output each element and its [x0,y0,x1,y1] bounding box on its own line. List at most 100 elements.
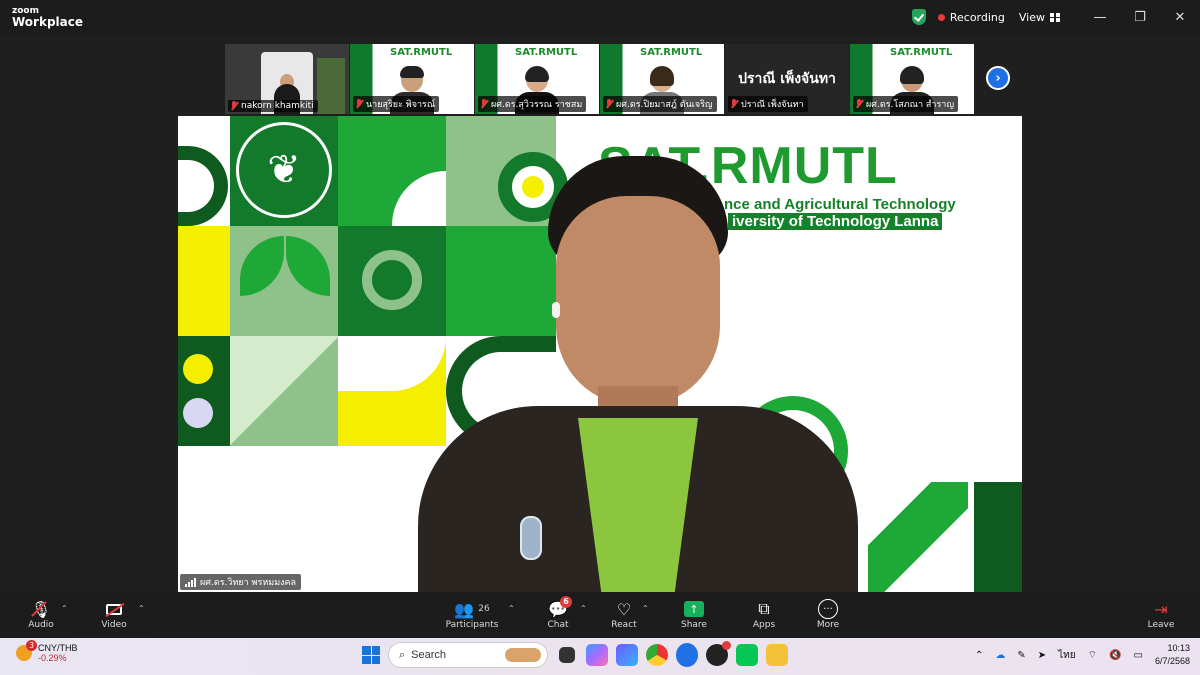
leaf-emblem: ❦ [236,122,332,218]
apps-icon: ⧉ [758,599,770,618]
pattern-block [178,226,230,336]
react-button[interactable]: ♡ React ⌃ [594,598,654,631]
pattern-block [230,336,338,446]
windows-start-icon[interactable] [362,646,380,664]
language-indicator[interactable]: ไทย [1058,648,1075,663]
participant-tile[interactable]: ปราณี เพ็งจันทา ปราณี เพ็งจันทา [725,44,849,114]
pattern-dot [183,354,213,384]
participant-name: นายสุริยะ พิจารณ์ [366,100,436,110]
speaker-name: ผศ.ดร.วิทยา พรหมมงคล [200,578,297,588]
heart-icon: ♡ [616,599,632,619]
signal-bars-icon [185,577,196,587]
send-icon[interactable]: ➤ [1038,650,1046,661]
lapel-pin [520,516,542,560]
audio-options-caret[interactable]: ⌃ [61,604,68,613]
participant-strip: nakorn khamkiti SAT.RMUTL นายสุริยะ พิจา… [225,44,974,114]
leave-label: Leave [1147,620,1175,630]
chat-button[interactable]: 💬 6 Chat ⌃ [528,596,588,630]
line-icon[interactable] [736,644,758,666]
participant-name-tag: nakorn khamkiti [228,100,318,112]
video-button[interactable]: Video ⌃ [84,598,145,630]
volume-muted-icon[interactable]: 🔇 [1109,650,1121,661]
participant-name: nakorn khamkiti [241,101,314,111]
copilot-icon[interactable] [586,644,608,666]
video-label: Video [101,620,127,630]
mic-muted-icon [855,99,863,109]
participant-name: ผศ.ดร.สุวิวรรณ ราชสม [491,100,583,110]
participant-name-tag: ปราณี เพ็งจันทา [728,96,808,112]
participant-name: ผศ.ดร.โสภณา สำราญ [866,100,955,110]
share-button[interactable]: ↑ Share [664,598,724,630]
more-label: More [816,620,840,630]
chevron-up-icon[interactable]: ⌃ [975,650,983,661]
minimize-button[interactable]: — [1080,0,1120,34]
speaker-person [378,156,898,592]
close-button[interactable]: ✕ [1160,0,1200,34]
next-page-button[interactable]: › [986,66,1010,90]
chat-options-caret[interactable]: ⌃ [580,604,587,613]
mic-muted-icon [355,99,363,109]
speaker-face [556,196,720,406]
view-button[interactable]: View [1019,11,1060,24]
battery-icon[interactable]: ▭ [1134,650,1143,661]
participants-button[interactable]: 👥 26 Participants ⌃ [442,598,515,631]
zoom-app-icon[interactable] [676,643,698,667]
participant-name: ปราณี เพ็งจันทา [741,100,804,110]
taskbar-search[interactable]: ⌕ Search [388,642,548,668]
recording-label: Recording [949,10,1005,24]
clock-time: 10:13 [1167,643,1190,653]
os-taskbar: 3 CNY/THB -0.29% ⌕ Search ⌃ ☁ ✎ ➤ ไทย ⌔ … [0,638,1200,675]
more-icon: ··· [818,599,838,619]
chat-label: Chat [547,620,569,630]
app-icon[interactable] [706,641,731,666]
exit-icon: ⇥ [1154,599,1168,619]
leave-button[interactable]: ⇥ Leave [1131,598,1191,631]
app-icon[interactable] [616,644,638,666]
participant-tile[interactable]: SAT.RMUTL นายสุริยะ พิจารณ์ [350,44,474,114]
cloud-icon[interactable]: ☁ [995,650,1005,661]
participants-count: 26 [478,604,490,614]
record-dot-icon [937,13,945,21]
video-options-caret[interactable]: ⌃ [138,604,145,613]
participant-name-tag: ผศ.ดร.ปิยมาสฎ์ ตันเจริญ [603,96,717,112]
title-bar: zoom Workplace Recording View — ❐ ✕ [0,0,1200,34]
mic-muted-icon [230,101,238,111]
task-view-icon[interactable] [559,647,575,663]
more-button[interactable]: ··· More [798,598,858,630]
participant-tile[interactable]: nakorn khamkiti [225,44,349,114]
audio-button[interactable]: 🎙 Audio ⌃ [11,598,71,631]
search-highlight-icon [505,648,541,662]
ticker-symbol: CNY/THB [38,643,78,653]
system-tray: ⌃ ☁ ✎ ➤ ไทย ⌔ 🔇 ▭ 10:13 6/7/2568 [975,642,1190,668]
participant-display-name: ปราณี เพ็งจันทา [738,71,836,87]
zoom-logo: zoom Workplace [12,6,83,28]
thumb-banner: SAT.RMUTL [640,47,703,58]
thumb-banner: SAT.RMUTL [390,47,453,58]
pattern-dot [183,398,213,428]
recording-indicator[interactable]: Recording [937,10,1005,24]
earbud [552,302,560,318]
chrome-icon[interactable] [646,644,668,666]
clock[interactable]: 10:13 6/7/2568 [1155,642,1190,668]
pen-icon[interactable]: ✎ [1017,650,1025,661]
shield-icon[interactable] [911,9,926,25]
participant-tile[interactable]: SAT.RMUTL ผศ.ดร.ปิยมาสฎ์ ตันเจริญ [600,44,724,114]
participant-tile[interactable]: SAT.RMUTL ผศ.ดร.โสภณา สำราญ [850,44,974,114]
chat-badge: 6 [560,596,572,608]
apps-button[interactable]: ⧉ Apps [734,598,794,630]
clock-date: 6/7/2568 [1154,656,1190,666]
currency-icon: 3 [16,640,37,661]
react-options-caret[interactable]: ⌃ [642,604,649,613]
share-screen-icon: ↑ [684,601,704,617]
restore-button[interactable]: ❐ [1120,0,1160,34]
participant-tile[interactable]: SAT.RMUTL ผศ.ดร.สุวิวรรณ ราชสม [475,44,599,114]
wifi-icon[interactable]: ⌔ [1088,649,1097,662]
view-label: View [1018,10,1045,24]
speaker-video[interactable]: ❦ SAT.RMUTL nce and Agricultural Technol… [178,116,1022,592]
meeting-stage: nakorn khamkiti SAT.RMUTL นายสุริยะ พิจา… [0,34,1200,592]
speaker-name-tag: ผศ.ดร.วิทยา พรหมมงคล [180,574,302,590]
stock-widget[interactable]: 3 CNY/THB -0.29% [16,640,78,663]
search-placeholder: Search [411,649,447,661]
participants-options-caret[interactable]: ⌃ [508,604,515,613]
folder-icon[interactable] [766,644,788,666]
